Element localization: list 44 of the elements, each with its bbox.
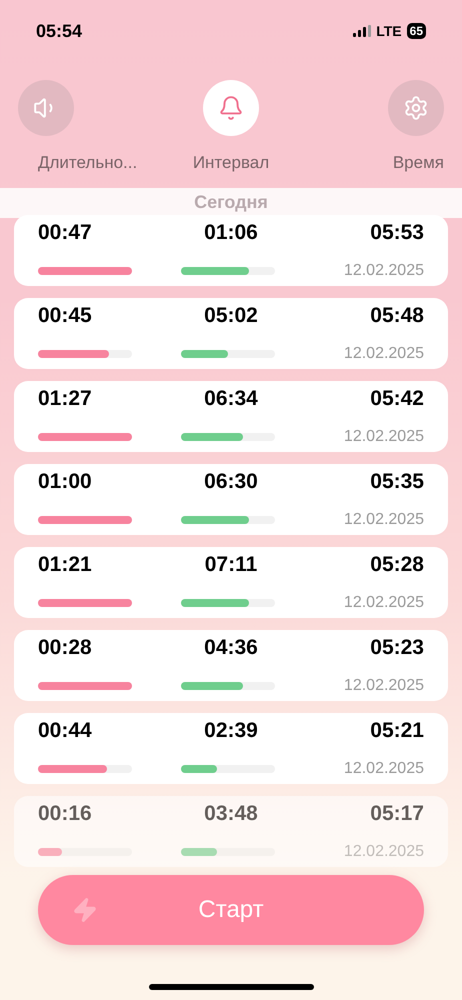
time-value: 05:17: [369, 801, 424, 828]
tab[interactable]: Интервал: [171, 80, 291, 176]
date-label: 12.02.2025: [342, 426, 424, 447]
time-value: 05:48: [369, 303, 424, 330]
time-value: 05:42: [369, 386, 424, 412]
time-value: 05:28: [369, 552, 424, 578]
lightning-icon: [72, 897, 98, 923]
time-value: 05:35: [369, 469, 424, 496]
interval-value: 04:36: [204, 635, 258, 662]
duration-value: 00:45: [38, 303, 93, 330]
date-label: 12.02.2025: [342, 676, 424, 696]
time-value: 05:21: [369, 718, 424, 744]
signal-icon: [353, 25, 372, 37]
network-label: LTE: [376, 22, 402, 40]
time-value: 05:23: [369, 635, 424, 662]
battery-indicator: 65: [406, 23, 426, 39]
date-label: 12.02.2025: [342, 842, 424, 862]
bell-icon: [218, 95, 244, 121]
settings-icon: [403, 95, 429, 121]
date-label: 12.02.2025: [342, 592, 424, 613]
interval-value: 05:02: [204, 303, 258, 330]
interval-value: 06:34: [204, 386, 258, 412]
time-value: 05:53: [369, 220, 424, 246]
interval-value: 06:30: [204, 469, 258, 496]
section-title: Сегодня: [194, 191, 268, 214]
duration-value: 01:21: [38, 552, 93, 578]
date-label: 12.02.2025: [342, 758, 424, 779]
duration-value: 01:27: [38, 386, 93, 412]
start-button[interactable]: Старт: [38, 875, 424, 945]
date-label: 12.02.2025: [342, 510, 424, 530]
tab[interactable]: Длительно...: [18, 80, 138, 176]
tab[interactable]: Время: [324, 80, 444, 176]
duration-value: 00:47: [38, 220, 93, 246]
interval-value: 01:06: [204, 220, 258, 246]
date-label: 12.02.2025: [342, 344, 424, 364]
duration-value: 00:28: [38, 635, 93, 662]
status-time: 05:54: [36, 20, 82, 42]
interval-value: 02:39: [204, 718, 258, 744]
duration-value: 01:00: [38, 469, 93, 496]
interval-value: 07:11: [204, 552, 258, 578]
date-label: 12.02.2025: [342, 260, 424, 281]
duration-value: 00:44: [38, 718, 93, 744]
duration-value: 00:16: [38, 801, 93, 828]
interval-value: 03:48: [204, 801, 258, 828]
